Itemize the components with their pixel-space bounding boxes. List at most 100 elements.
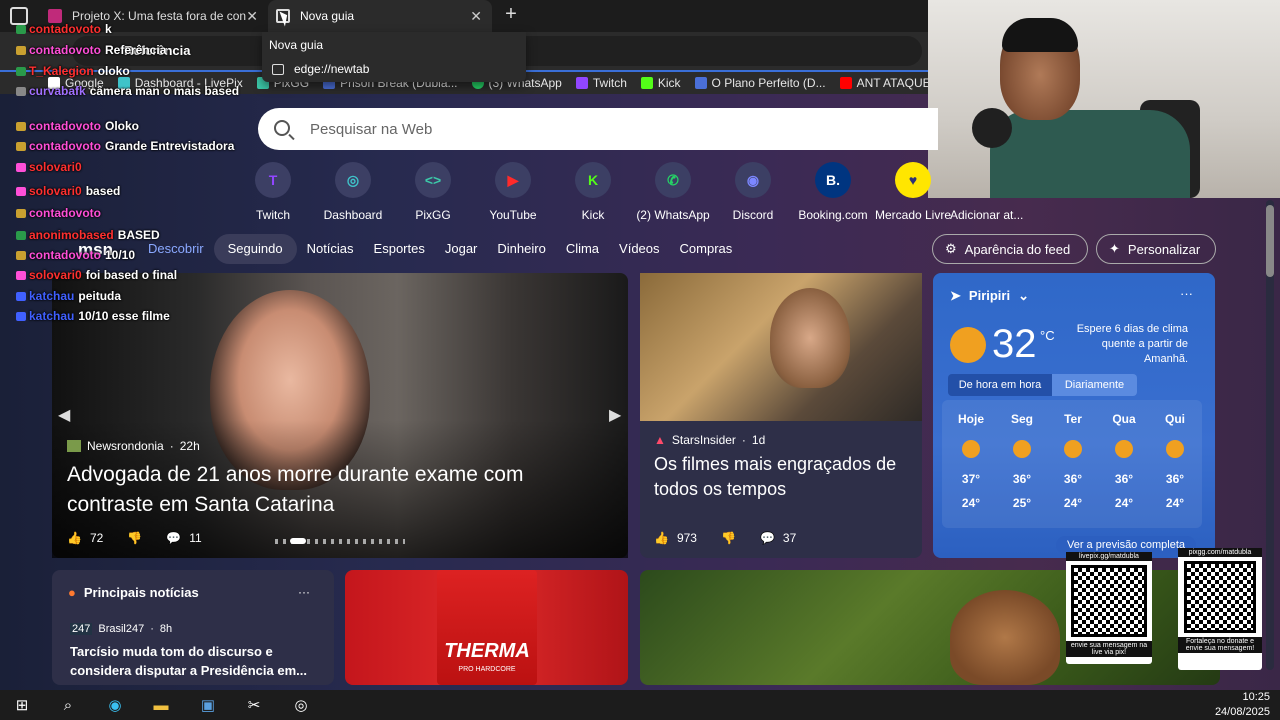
tab-hourly[interactable]: De hora em hora xyxy=(948,374,1052,396)
quicklink-discord[interactable]: ◉ Discord xyxy=(713,162,793,222)
tab-noticias[interactable]: Notícias xyxy=(297,234,364,264)
heart-icon xyxy=(16,163,26,172)
personalize-button[interactable]: ✦ Personalizar xyxy=(1096,234,1216,264)
comment-icon[interactable]: 💬 xyxy=(166,531,181,545)
tab-compras[interactable]: Compras xyxy=(670,234,743,264)
windows-start-icon[interactable]: ⊞ xyxy=(9,692,35,718)
crown-icon xyxy=(16,122,26,131)
forecast-day[interactable]: Qui 36° 24° xyxy=(1152,412,1198,510)
weather-alert[interactable]: Espere 6 dias de clima quente a partir d… xyxy=(1076,322,1188,367)
quicklink-kick[interactable]: K Kick xyxy=(553,162,633,222)
tab-nova-guia[interactable]: Nova guia ✕ xyxy=(268,0,492,32)
comment-icon[interactable]: 💬 xyxy=(760,531,775,545)
quicklink-pixgg[interactable]: <> PixGG xyxy=(393,162,473,222)
tab-daily[interactable]: Diariamente xyxy=(1052,374,1137,396)
dislike-icon[interactable]: 👎 xyxy=(127,531,142,545)
new-tab-button[interactable]: + xyxy=(500,4,522,26)
pixgg-qr-code: pixgg.com/matdubla Fortaleça no donate e… xyxy=(1178,548,1262,670)
tab-jogar[interactable]: Jogar xyxy=(435,234,488,264)
pixgg-icon: <> xyxy=(415,162,451,198)
web-search-input[interactable]: Pesquisar na Web xyxy=(258,108,938,150)
chevron-down-icon: ⌄ xyxy=(1018,288,1029,303)
sliders-icon: ⚙ xyxy=(945,241,957,256)
sunny-icon xyxy=(962,440,980,458)
favorite-twitch[interactable]: Twitch xyxy=(575,76,627,90)
app-icon[interactable]: ▣ xyxy=(195,692,221,718)
top-news-headline[interactable]: Tarcísio muda tom do discurso e consider… xyxy=(70,642,310,680)
more-options-icon[interactable]: ··· xyxy=(298,585,310,599)
starsinsider-icon: ▲ xyxy=(654,433,666,447)
hero-source: Newsrondonia · 22h xyxy=(67,439,200,453)
top-news-source: 247 Brasil247 · 8h xyxy=(70,623,173,635)
microphone-icon xyxy=(972,108,1012,148)
edge-browser-icon[interactable]: ◉ xyxy=(102,692,128,718)
kick-icon xyxy=(640,77,653,89)
page-icon xyxy=(272,63,284,75)
sunny-icon xyxy=(950,327,986,363)
tab-clima[interactable]: Clima xyxy=(556,234,609,264)
more-options-icon[interactable]: ··· xyxy=(1180,286,1193,301)
carousel-active-dot xyxy=(290,538,306,544)
carousel-prev-icon[interactable]: ◀ xyxy=(58,405,70,425)
favorite-kick[interactable]: Kick xyxy=(640,76,681,90)
search-icon[interactable]: ⌕ xyxy=(55,692,81,718)
crown-icon xyxy=(16,46,26,55)
quicklink-add[interactable]: Adicionar at... xyxy=(950,162,1030,222)
sunny-icon xyxy=(1013,440,1031,458)
ad-product-label: THERMA xyxy=(444,640,530,662)
chat-message: contadovoto k xyxy=(16,22,112,36)
like-icon[interactable]: 👍 xyxy=(67,531,82,545)
quicklink-booking[interactable]: B. Booking.com xyxy=(793,162,873,222)
favorite-ant-ataque[interactable]: ANT ATAQUE xyxy=(839,76,930,90)
favorite-plano-perfeito[interactable]: O Plano Perfeito (D... xyxy=(694,76,826,90)
dislike-icon[interactable]: 👎 xyxy=(721,531,736,545)
tab-hover-tooltip: Nova guia edge://newtab xyxy=(262,32,526,82)
tab-label: Nova guia xyxy=(300,9,355,23)
youtube-icon xyxy=(839,77,852,89)
feed-appearance-button[interactable]: ⚙ Aparência do feed xyxy=(932,234,1088,264)
crown-icon xyxy=(16,209,26,218)
brasil247-icon: 247 xyxy=(70,623,93,635)
twitch-icon xyxy=(575,77,588,89)
close-tab-icon[interactable]: ✕ xyxy=(246,8,258,25)
quicklink-youtube[interactable]: ▶ YouTube xyxy=(473,162,553,222)
carousel-next-icon[interactable]: ▶ xyxy=(609,405,621,425)
forecast-day[interactable]: Ter 36° 24° xyxy=(1050,412,1096,510)
quicklink-mercado-livre[interactable]: ♥ Mercado Livre xyxy=(873,162,953,222)
weather-location[interactable]: ➤ Piripiri ⌄ xyxy=(950,288,1029,304)
tab-dinheiro[interactable]: Dinheiro xyxy=(487,234,555,264)
hero-headline[interactable]: Advogada de 21 anos morre durante exame … xyxy=(67,460,587,520)
chat-message: solovari0 based xyxy=(16,184,120,198)
quicklink-dashboard[interactable]: ◎ Dashboard xyxy=(313,162,393,222)
flame-icon: ● xyxy=(68,585,76,600)
source-logo-icon xyxy=(67,440,81,452)
tab-esportes[interactable]: Esportes xyxy=(364,234,435,264)
kick-icon: K xyxy=(575,162,611,198)
twitch-icon: T xyxy=(255,162,291,198)
forecast-day[interactable]: Hoje 37° 24° xyxy=(948,412,994,510)
obs-icon[interactable]: ◎ xyxy=(288,692,314,718)
chat-message: contadovoto Referência xyxy=(16,43,166,57)
youtube-icon: ▶ xyxy=(495,162,531,198)
chat-message: solovari0 xyxy=(16,160,86,174)
tab-videos[interactable]: Vídeos xyxy=(609,234,669,264)
card2-headline[interactable]: Os filmes mais engraçados de todos os te… xyxy=(654,452,904,502)
tooltip-title: Nova guia xyxy=(269,38,324,52)
file-explorer-icon[interactable]: ▬ xyxy=(148,692,174,718)
forecast-day[interactable]: Qua 36° 24° xyxy=(1101,412,1147,510)
capcut-icon[interactable]: ✂ xyxy=(241,692,267,718)
badge-icon xyxy=(16,25,26,34)
temperature-unit: °C xyxy=(1040,328,1055,343)
forecast-day[interactable]: Seg 36° 25° xyxy=(999,412,1045,510)
taskbar-clock[interactable]: 10:25 24/08/2025 xyxy=(1215,690,1270,720)
like-icon[interactable]: 👍 xyxy=(654,531,669,545)
quicklink-whatsapp[interactable]: ✆ (2) WhatsApp xyxy=(633,162,713,222)
close-tab-icon[interactable]: ✕ xyxy=(470,8,482,25)
heart-icon xyxy=(16,271,26,280)
chat-message: katchau 10/10 esse filme xyxy=(16,309,170,323)
quicklink-twitch[interactable]: T Twitch xyxy=(233,162,313,222)
scrollbar-thumb[interactable] xyxy=(1266,205,1274,277)
tab-seguindo[interactable]: Seguindo xyxy=(213,234,297,264)
discord-icon: ◉ xyxy=(735,162,771,198)
chat-message: anonimobased BASED xyxy=(16,228,160,242)
